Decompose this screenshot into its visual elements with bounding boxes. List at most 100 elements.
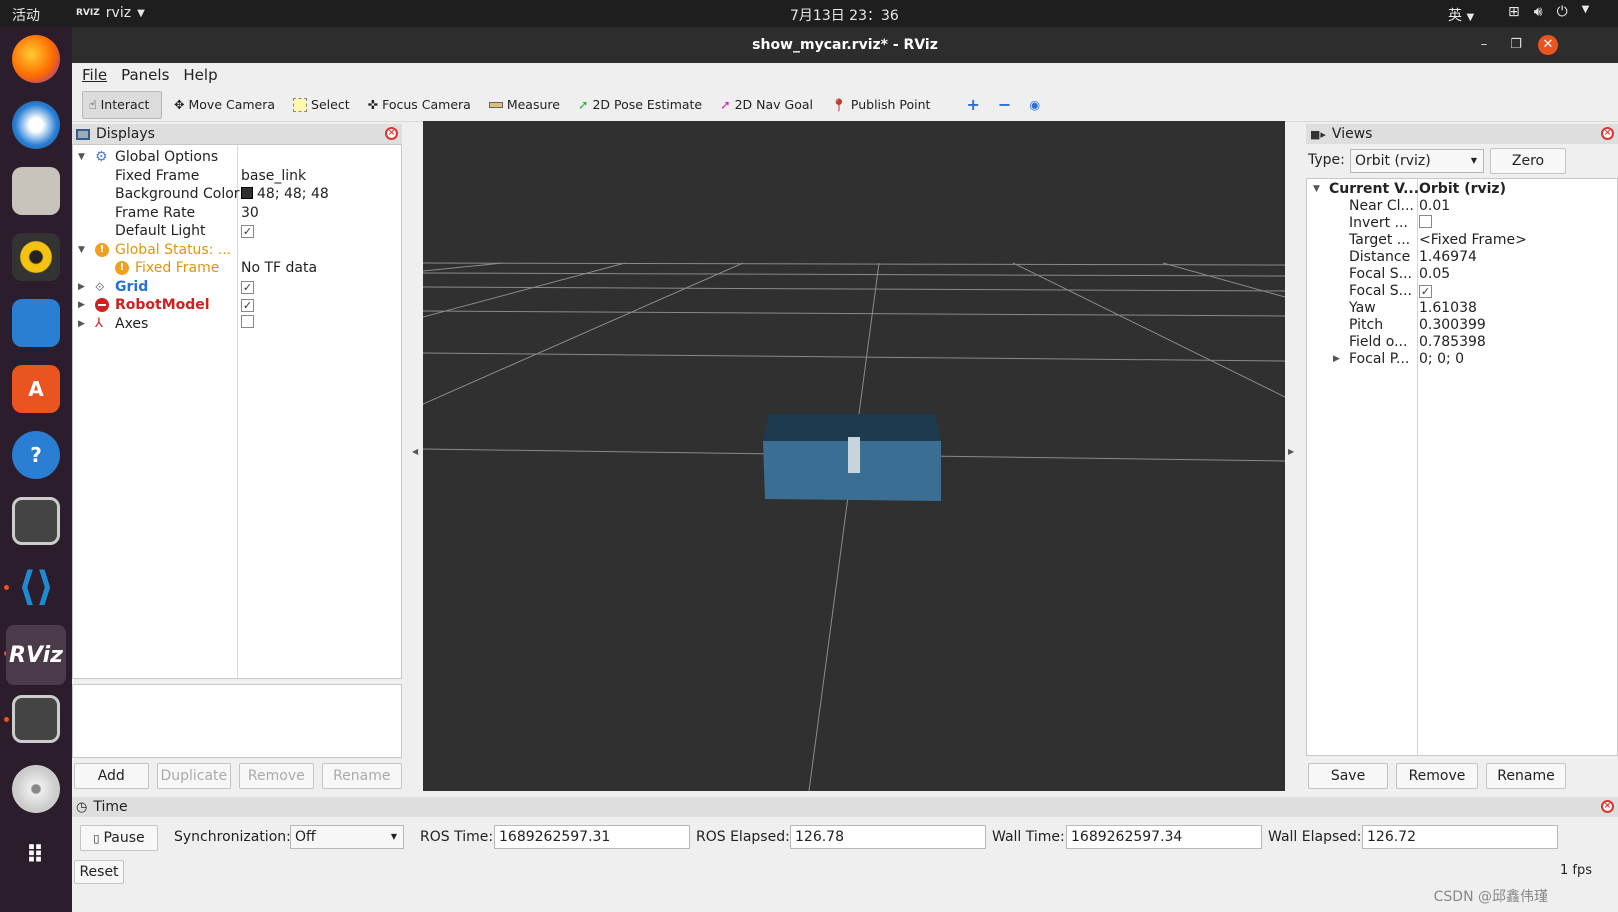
focus-camera-tool-button[interactable]: ✜ Focus Camera [362, 91, 477, 119]
writer-icon[interactable] [12, 299, 60, 347]
rename-view-button[interactable]: Rename [1486, 763, 1566, 789]
expand-arrow-icon[interactable]: ▼ [1313, 181, 1320, 198]
background-color-value[interactable]: 48; 48; 48 [241, 185, 329, 203]
tree-row-focal-shape-size[interactable]: Focal S... 0.05 [1307, 266, 1617, 283]
collapse-arrow-icon[interactable]: ▶ [78, 278, 85, 296]
grid-checkbox[interactable]: ✓ [241, 278, 254, 296]
maximize-button[interactable]: ❐ [1506, 35, 1526, 55]
terminal-icon[interactable] [12, 497, 60, 545]
left-splitter-arrow-icon[interactable]: ◀ [412, 447, 418, 456]
menu-help[interactable]: Help [183, 66, 217, 84]
rename-display-button[interactable]: Rename [321, 763, 402, 789]
system-tray[interactable]: ⊞ 🔊︎ ⏻ ▼ [1508, 4, 1589, 20]
property-value[interactable]: 0.785398 [1419, 334, 1486, 351]
save-view-button[interactable]: Save [1308, 763, 1388, 789]
robot-car-body[interactable] [763, 414, 941, 501]
expand-arrow-icon[interactable]: ▼ [78, 241, 85, 259]
property-value[interactable]: <Fixed Frame> [1419, 232, 1527, 249]
close-window-button[interactable]: ✕ [1538, 35, 1558, 55]
collapse-arrow-icon[interactable]: ▶ [1333, 351, 1340, 368]
ros-elapsed-field[interactable]: 126.78 [790, 825, 986, 849]
help-icon[interactable]: ? [12, 431, 60, 479]
menu-file[interactable]: File [82, 66, 107, 84]
tree-row-background-color[interactable]: Background Color 48; 48; 48 [73, 185, 401, 203]
pose-estimate-tool-button[interactable]: ➚ 2D Pose Estimate [572, 91, 708, 119]
zero-view-button[interactable]: Zero [1490, 148, 1566, 174]
close-panel-icon[interactable]: × [1601, 800, 1614, 813]
nav-goal-tool-button[interactable]: ➚ 2D Nav Goal [714, 91, 819, 119]
collapse-arrow-icon[interactable]: ▶ [78, 296, 85, 314]
tree-row-near-clip[interactable]: Near Cl... 0.01 [1307, 198, 1617, 215]
collapse-arrow-icon[interactable]: ▶ [78, 315, 85, 333]
tree-row-target[interactable]: Target ... <Fixed Frame> [1307, 232, 1617, 249]
duplicate-display-button[interactable]: Duplicate [156, 763, 232, 789]
focal-shape-checkbox[interactable]: ✓ [1419, 283, 1432, 300]
3d-viewport[interactable] [422, 121, 1286, 792]
tree-row-fixed-frame[interactable]: Fixed Frame base_link [73, 167, 401, 185]
invert-checkbox[interactable] [1419, 215, 1432, 233]
tree-row-pitch[interactable]: Pitch 0.300399 [1307, 317, 1617, 334]
move-camera-tool-button[interactable]: ✥ Move Camera [168, 91, 281, 119]
tree-row-axes[interactable]: ▶ ⅄ Axes [73, 315, 401, 333]
vscode-icon[interactable]: ⟨⟩ [12, 563, 60, 611]
tree-row-frame-rate[interactable]: Frame Rate 30 [73, 204, 401, 222]
tool-properties-button[interactable]: ◉ [1023, 91, 1046, 119]
clock[interactable]: 7月13日 23：36 [790, 5, 899, 25]
close-panel-icon[interactable]: × [1601, 127, 1614, 140]
fixed-frame-value[interactable]: base_link [241, 167, 306, 185]
property-value[interactable]: 0; 0; 0 [1419, 351, 1464, 368]
ros-time-field[interactable]: 1689262597.31 [494, 825, 690, 849]
reset-button[interactable]: Reset [74, 860, 124, 884]
measure-tool-button[interactable]: Measure [483, 91, 566, 119]
tree-row-robot-model[interactable]: ▶ RobotModel ✓ [73, 296, 401, 314]
software-center-icon[interactable]: A [12, 365, 60, 413]
sync-dropdown[interactable]: Off ▼ [290, 825, 404, 849]
tree-row-grid[interactable]: ▶ ⟐ Grid ✓ [73, 278, 401, 296]
tree-row-default-light[interactable]: Default Light ✓ [73, 222, 401, 240]
tree-row-distance[interactable]: Distance 1.46974 [1307, 249, 1617, 266]
default-light-checkbox[interactable]: ✓ [241, 222, 254, 240]
property-value[interactable]: 1.46974 [1419, 249, 1477, 266]
property-value[interactable]: 0.05 [1419, 266, 1450, 283]
add-display-button[interactable]: Add [74, 763, 149, 789]
pause-button[interactable]: ▯ Pause [80, 825, 158, 851]
property-value[interactable]: 0.01 [1419, 198, 1450, 215]
minimize-button[interactable]: – [1474, 35, 1494, 55]
window-titlebar[interactable]: show_mycar.rviz* - RViz – ❐ ✕ [72, 27, 1618, 63]
right-splitter-arrow-icon[interactable]: ▶ [1288, 447, 1294, 456]
menu-panels[interactable]: Panels [121, 66, 169, 84]
select-tool-button[interactable]: Select [287, 91, 356, 119]
rhythmbox-icon[interactable] [12, 233, 60, 281]
dvd-icon[interactable] [12, 765, 60, 813]
input-method-indicator[interactable]: 英 ▼ [1448, 5, 1474, 25]
tree-row-invert[interactable]: Invert ... [1307, 215, 1617, 232]
publish-point-tool-button[interactable]: 📍︎ Publish Point [825, 91, 936, 119]
axes-checkbox[interactable] [241, 315, 254, 333]
tree-row-status-fixed-frame[interactable]: ! Fixed Frame No TF data [73, 259, 401, 277]
expand-arrow-icon[interactable]: ▼ [78, 148, 85, 166]
view-type-dropdown[interactable]: Orbit (rviz) ▼ [1350, 149, 1484, 173]
wall-time-field[interactable]: 1689262597.34 [1066, 825, 1262, 849]
remove-display-button[interactable]: Remove [239, 763, 314, 789]
property-value[interactable]: 0.300399 [1419, 317, 1486, 334]
robot-model-checkbox[interactable]: ✓ [241, 296, 254, 314]
tree-row-focal-shape-fixed[interactable]: Focal S... ✓ [1307, 283, 1617, 300]
tree-row-current-view[interactable]: ▼ Current V... Orbit (rviz) [1307, 181, 1617, 198]
activities-button[interactable]: 活动 [12, 5, 40, 25]
tree-row-global-options[interactable]: ▼ ⚙ Global Options [73, 148, 401, 166]
thunderbird-icon[interactable] [12, 101, 60, 149]
rviz-icon[interactable]: RViz [6, 625, 66, 685]
tree-row-focal-point[interactable]: ▶ Focal P... 0; 0; 0 [1307, 351, 1617, 368]
add-tool-button[interactable]: + [960, 91, 985, 119]
interact-tool-button[interactable]: ☝ Interact [82, 90, 162, 119]
terminal-icon[interactable] [12, 695, 60, 743]
tree-row-field-of-view[interactable]: Field o... 0.785398 [1307, 334, 1617, 351]
firefox-icon[interactable] [12, 35, 60, 83]
tree-row-yaw[interactable]: Yaw 1.61038 [1307, 300, 1617, 317]
property-value[interactable]: 1.61038 [1419, 300, 1477, 317]
app-menu[interactable]: RVIZ rviz ▼ [76, 5, 145, 21]
files-icon[interactable] [12, 167, 60, 215]
wall-elapsed-field[interactable]: 126.72 [1362, 825, 1558, 849]
remove-tool-button[interactable]: − [992, 91, 1017, 119]
close-panel-icon[interactable]: × [385, 127, 398, 140]
